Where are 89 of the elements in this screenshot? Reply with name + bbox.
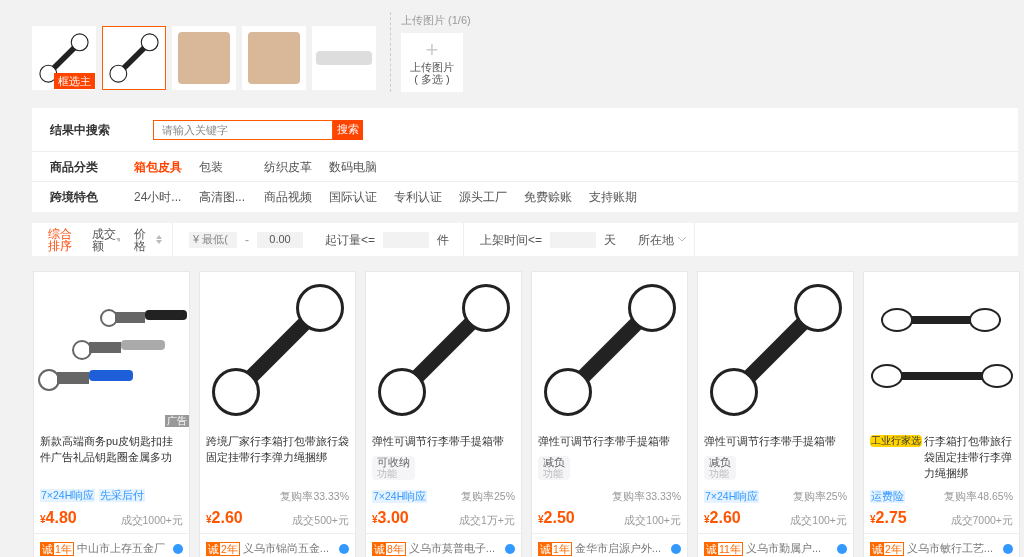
product-price: ¥3.00 [372,509,409,528]
product-price: ¥2.60 [704,509,741,528]
unit-label: 天 [604,231,617,249]
sort-tab[interactable]: 综合排序 [48,227,78,252]
sort-tab[interactable]: 价格 [134,227,162,252]
image-thumbnail[interactable] [172,26,236,90]
range-dash: - [245,231,249,249]
filter-label: 跨境特色 [50,189,99,206]
image-thumbnail[interactable] [242,26,306,90]
search-label: 结果中搜索 [50,121,111,139]
upload-count-label: 上传图片 (1/6) [401,13,471,28]
seller-years-badge: 诚 2年 [206,541,240,556]
bag-photo-placeholder [248,32,300,84]
product-card[interactable]: 弹性可调节行李带手提箱带 减负 功能 复购率33.33% ¥2.50 成交100+元 诚 1年 金华市启源户外... [531,271,688,557]
suitcase-photo-placeholder [316,51,372,65]
service-tag: 7×24H响应 [372,490,428,504]
repurchase-rate: 复购率25% [793,489,847,504]
moq-label: 起订量<= [325,231,375,249]
repurchase-rate: 复购率33.33% [280,489,349,504]
spec-tag: 减负 功能 [704,456,736,480]
product-title[interactable]: 弹性可调节行李带手提箱带 [704,433,847,449]
industry-badge: 工业行家选 [870,435,922,447]
sales-volume: 成交100+元 [790,513,847,529]
bag-photo-placeholder [178,32,230,84]
image-thumbnail[interactable] [102,26,166,90]
filter-option[interactable]: 24小时... [134,188,199,206]
sort-arrows-icon [156,235,162,244]
product-title[interactable]: 行李箱打包带旅行袋固定挂带行李弹力绳捆绑 [924,433,1013,481]
image-thumbnail[interactable] [312,26,376,90]
seller-years-badge: 诚 8年 [372,541,406,556]
service-tag: 运费险 [870,490,905,504]
upload-image-button[interactable]: + 上传图片 ( 多选 ) [401,32,463,92]
product-card[interactable]: 跨境厂家行李箱打包带旅行袋固定挂带行李弹力绳捆绑 复购率33.33% ¥2.60 成交500+元 诚 2年 义乌市锦尚五金... [199,271,356,557]
filter-label: 商品分类 [50,158,99,176]
product-price: ¥2.50 [538,509,575,528]
location-dropdown[interactable]: 所在地 [638,223,696,256]
filter-option[interactable]: 纺织皮革 [264,157,329,176]
min-price-field[interactable]: ¥ 最低( [189,231,237,248]
max-price-field[interactable]: 0.00 [257,231,303,248]
sales-volume: 成交500+元 [292,513,349,529]
filter-option[interactable]: 支持账期 [589,188,654,206]
seller-years-badge: 诚 1年 [40,541,74,556]
luggage-strap-drawing [36,30,92,86]
seller-name[interactable]: 义乌市莫普电子... [408,540,502,557]
product-price: ¥2.75 [870,509,907,528]
seller-name[interactable]: 义乌市敏行工艺... [906,540,1000,557]
sales-volume: 成交1000+元 [120,513,183,529]
product-card[interactable]: 工业行家选 行李箱打包带旅行袋固定挂带行李弹力绳捆绑 运费险 复购率48.65% ¥2.75 成交7000+元 诚 2年 义乌市敏行工艺... [863,271,1020,557]
ad-label: 广告 [165,415,189,427]
sales-volume: 成交7000+元 [950,513,1013,529]
filter-option[interactable]: 商品视频 [264,188,329,206]
service-tag: 先采后付 [99,489,146,502]
seller-name[interactable]: 金华市启源户外... [574,540,668,557]
seller-years-badge: 诚 11年 [704,541,743,556]
sales-volume: 成交100+元 [624,513,681,529]
spec-tag: 减负 功能 [538,456,570,480]
keyword-search-field[interactable]: 请输入关键字 [153,119,333,140]
product-title[interactable]: 新款高端商务pu皮钥匙扣挂件广告礼品钥匙圈金属多功 [40,433,183,465]
seller-years-badge: 诚 2年 [870,541,904,556]
caret-down-icon [116,237,120,242]
product-price: ¥4.80 [40,509,77,528]
filter-option[interactable]: 专利认证 [394,188,459,206]
seller-years-badge: 诚 1年 [538,541,572,556]
luggage-strap-drawing [106,30,162,86]
filter-option[interactable]: 数码电脑 [329,157,394,176]
sort-tab[interactable]: 成交额 [92,227,120,252]
filter-option[interactable]: 源头工厂 [459,188,524,206]
product-title[interactable]: 弹性可调节行李带手提箱带 [538,433,681,449]
product-card[interactable]: 弹性可调节行李带手提箱带 减负 功能 7×24H响应 复购率25% ¥2.60 成交100+元 诚 11年 义乌市勤属户... [697,271,854,557]
listing-time-label: 上架时间<= [480,231,543,249]
seller-name[interactable]: 义乌市勤属户... [745,540,834,557]
sales-volume: 成交1万+元 [459,513,515,529]
seller-name[interactable]: 义乌市锦尚五金... [242,540,336,557]
product-card[interactable]: 广告 新款高端商务pu皮钥匙扣挂件广告礼品钥匙圈金属多功 7×24H响应 先采后付 ¥4.80 成交1000+元 诚 1年 中山市上存五金厂 [33,271,190,557]
product-title[interactable]: 弹性可调节行李带手提箱带 [372,433,515,449]
service-tag: 7×24H响应 [40,489,96,502]
unit-label: 件 [437,231,449,249]
product-title[interactable]: 跨境厂家行李箱打包带旅行袋固定挂带行李弹力绳捆绑 [206,433,349,465]
chevron-down-icon [678,237,687,242]
filter-option[interactable]: 免费赊账 [524,188,589,206]
repurchase-rate: 复购率33.33% [612,489,681,504]
filter-option[interactable]: 高清图... [199,188,264,206]
seller-name[interactable]: 中山市上存五金厂 [76,540,170,557]
product-price: ¥2.60 [206,509,243,528]
filter-option[interactable]: 国际认证 [329,188,394,206]
repurchase-rate: 复购率25% [461,489,515,504]
repurchase-rate: 复购率48.65% [944,489,1013,504]
filter-option[interactable]: 包装 [199,157,264,176]
service-tag: 7×24H响应 [704,490,760,504]
